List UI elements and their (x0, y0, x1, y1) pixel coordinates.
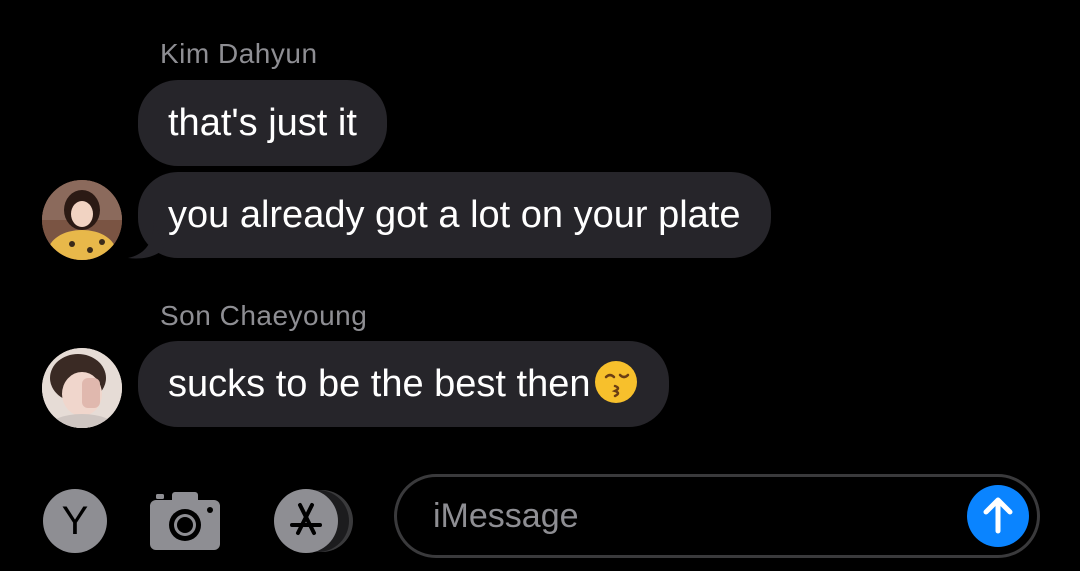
message-bubble[interactable]: that's just it (138, 80, 387, 166)
send-button[interactable] (967, 485, 1029, 547)
message-input-placeholder: iMessage (433, 497, 579, 535)
bubble-tail (128, 220, 164, 259)
message-text: sucks to be the best then (168, 363, 591, 405)
avatar[interactable] (42, 348, 122, 428)
camera-icon (150, 492, 220, 550)
camera-button[interactable] (148, 488, 222, 552)
sender-name: Son Chaeyoung (160, 300, 368, 331)
message-input[interactable]: iMessage (394, 474, 1040, 558)
user-initial: Y (61, 499, 89, 543)
profile-photo-chaeyoung (42, 348, 122, 428)
sender-name: Kim Dahyun (160, 38, 318, 69)
message-text: you already got a lot on your plate (168, 194, 741, 236)
message-bubble[interactable]: sucks to be the best then (138, 341, 669, 427)
avatar[interactable] (42, 180, 122, 260)
app-store-icon (274, 489, 353, 553)
message-bubble[interactable]: you already got a lot on your plate (138, 172, 771, 258)
profile-photo-dahyun (42, 180, 122, 260)
user-avatar-button[interactable]: Y (43, 489, 107, 553)
send-arrow-icon (983, 497, 1013, 534)
kissing-face-emoji (594, 360, 637, 403)
message-text: that's just it (168, 102, 357, 144)
app-store-button[interactable] (270, 489, 360, 553)
